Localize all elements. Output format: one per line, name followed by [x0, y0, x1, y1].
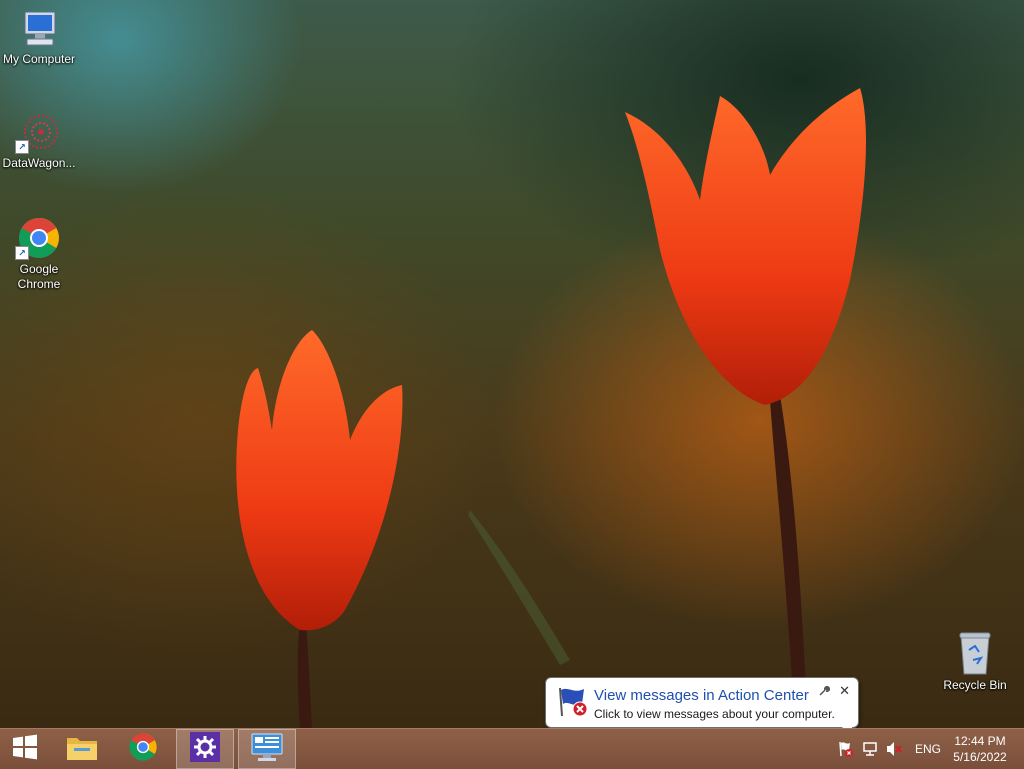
desktop-icon-recycle-bin[interactable]: Recycle Bin	[936, 630, 1014, 693]
clock-time: 12:44 PM	[954, 734, 1006, 748]
shortcut-arrow-icon: ↗	[15, 246, 29, 260]
computer-icon	[17, 8, 61, 50]
control-panel-icon	[251, 732, 283, 767]
shortcut-arrow-icon: ↗	[15, 140, 29, 154]
desktop-icon-label: My Computer	[2, 52, 76, 66]
windows-logo-icon	[12, 734, 38, 765]
chrome-icon: ↗	[15, 216, 61, 260]
desktop-icon-label: Recycle Bin	[943, 678, 1007, 692]
action-center-tray-icon[interactable]	[836, 729, 856, 769]
notification-title[interactable]: View messages in Action Center	[594, 687, 809, 704]
recycle-bin-icon	[955, 630, 995, 676]
taskbar-file-explorer[interactable]	[54, 729, 110, 769]
datawagon-icon: ↗	[15, 112, 61, 154]
settings-wrench-icon[interactable]	[818, 684, 830, 702]
volume-muted-icon[interactable]	[884, 729, 904, 769]
desktop-background[interactable]: My Computer ↗ DataWagon... ↗ Google Chro…	[0, 0, 1024, 728]
start-button[interactable]	[0, 729, 50, 769]
language-indicator[interactable]: ENG	[910, 729, 946, 769]
wallpaper-tulips	[236, 88, 866, 728]
desktop-icon-datawagon[interactable]: ↗ DataWagon...	[0, 112, 78, 171]
folder-icon	[65, 732, 99, 767]
network-icon[interactable]	[860, 729, 880, 769]
close-icon[interactable]: ✕	[839, 683, 850, 699]
desktop-icon-my-computer[interactable]: My Computer	[0, 8, 78, 67]
taskbar: ENG 12:44 PM 5/16/2022	[0, 728, 1024, 769]
system-clock[interactable]: 12:44 PM 5/16/2022	[950, 733, 1010, 765]
gear-icon	[190, 731, 220, 767]
taskbar-google-chrome[interactable]	[115, 729, 171, 769]
clock-date: 5/16/2022	[953, 750, 1007, 764]
desktop-icon-label: Google Chrome	[17, 262, 61, 291]
chrome-icon	[128, 732, 158, 767]
action-center-flag-icon	[556, 686, 590, 723]
action-center-notification[interactable]: View messages in Action Center Click to …	[545, 677, 859, 737]
taskbar-settings[interactable]	[176, 729, 234, 769]
notification-message: Click to view messages about your comput…	[594, 707, 835, 721]
desktop-icon-google-chrome[interactable]: ↗ Google Chrome	[0, 216, 78, 292]
taskbar-control-panel[interactable]	[238, 729, 296, 769]
desktop-icon-label: DataWagon...	[2, 156, 76, 170]
